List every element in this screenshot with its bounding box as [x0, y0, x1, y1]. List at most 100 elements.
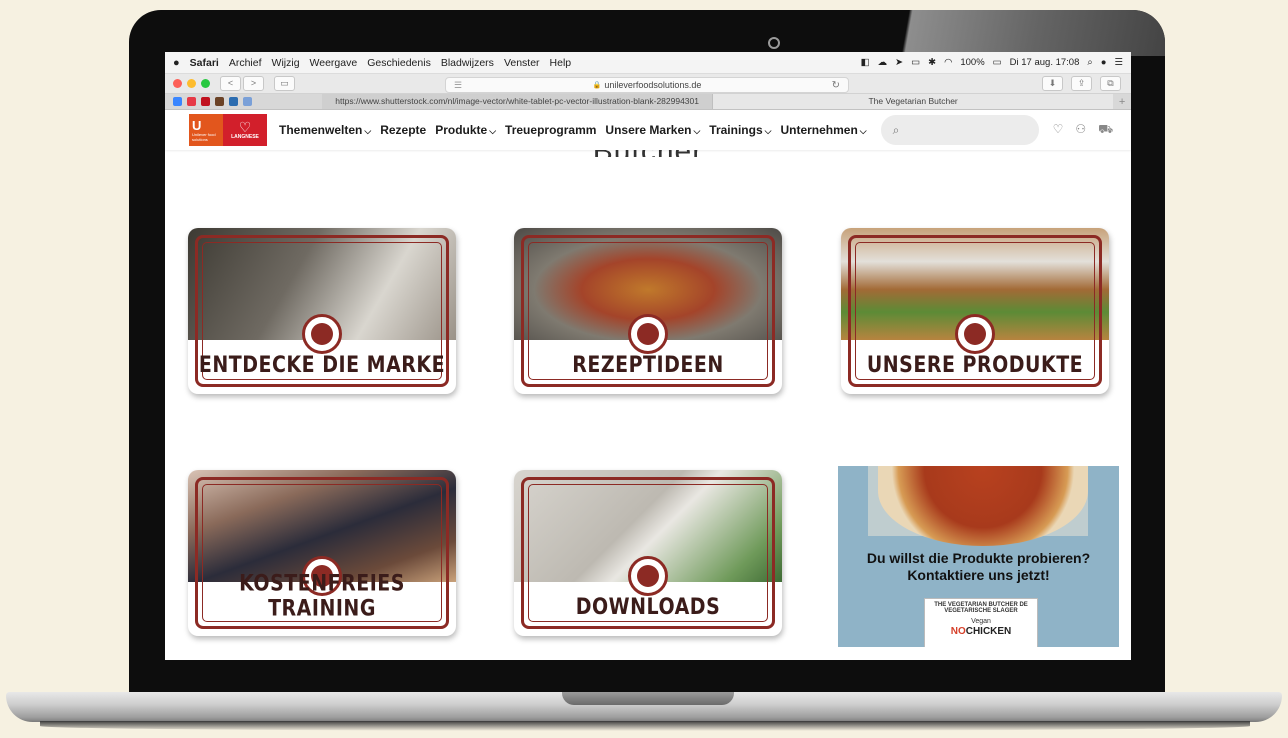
- nav-produkte-label: Produkte: [435, 123, 488, 137]
- apple-icon[interactable]: ●: [173, 57, 180, 69]
- airplay-icon[interactable]: ▭: [911, 57, 920, 68]
- lock-icon: 🔒: [592, 82, 602, 89]
- search-icon: ⌕: [892, 122, 900, 137]
- site-search[interactable]: ⌕: [880, 115, 1039, 145]
- menu-bladwijzers[interactable]: Bladwijzers: [441, 57, 494, 69]
- brand-medallion-icon: [302, 314, 342, 354]
- favorite-icon-5[interactable]: [229, 97, 238, 106]
- menubar-app-icon[interactable]: ◧: [861, 57, 870, 68]
- reader-menu-icon[interactable]: ☰: [454, 80, 462, 91]
- card-label: ENTDECKE DIE MARKE: [198, 352, 446, 378]
- favorite-icon-3[interactable]: [201, 97, 210, 106]
- siri-icon[interactable]: ●: [1101, 57, 1107, 68]
- menu-app-safari[interactable]: Safari: [190, 57, 219, 69]
- menubar-location-icon[interactable]: ➤: [895, 57, 903, 68]
- minimize-window-button[interactable]: [187, 79, 196, 88]
- chevron-down-icon: ⌵: [764, 126, 772, 136]
- brand-medallion-icon: [955, 314, 995, 354]
- card-rezeptideen[interactable]: REZEPTIDEEN: [514, 228, 782, 394]
- nav-themenwelten-label: Themenwelten: [279, 123, 363, 137]
- user-icon[interactable]: ⚇: [1075, 122, 1086, 138]
- menubar-clock[interactable]: Di 17 aug. 17:08: [1010, 57, 1080, 68]
- bluetooth-icon[interactable]: ✱: [928, 57, 936, 68]
- address-text: unileverfoodsolutions.de: [604, 80, 702, 90]
- contact-promo-banner[interactable]: Du willst die Produkte probieren? Kontak…: [838, 466, 1119, 647]
- package-brand: THE VEGETARIAN BUTCHER DE VEGETARISCHE S…: [934, 602, 1028, 614]
- downloads-button[interactable]: ⬇: [1042, 76, 1063, 91]
- share-button[interactable]: ⇪: [1071, 76, 1092, 91]
- package-no-text: NO: [950, 626, 966, 637]
- brand-medallion-icon: [628, 314, 668, 354]
- nav-unternehmen-label: Unternehmen: [780, 123, 858, 137]
- tab-vegetarian-butcher[interactable]: The Vegetarian Butcher: [713, 94, 1114, 109]
- menu-wijzig[interactable]: Wijzig: [272, 57, 300, 69]
- page-content: Butcher ENTDECKE DIE MARKE REZEPTIDEEN U…: [165, 135, 1131, 660]
- forward-button[interactable]: >: [243, 76, 264, 91]
- chevron-down-icon: ⌵: [489, 126, 497, 136]
- langnese-logo[interactable]: ♡ LANGNESE: [223, 114, 267, 146]
- main-nav: Themenwelten ⌵ Rezepte Produkte ⌵ Treuepro…: [279, 123, 867, 137]
- menu-geschiedenis[interactable]: Geschiedenis: [367, 57, 431, 69]
- menu-weergave[interactable]: Weergave: [310, 57, 358, 69]
- promo-headline-line-2: Kontaktiere uns jetzt!: [907, 567, 1050, 583]
- favorite-icon-6[interactable]: [243, 97, 252, 106]
- nav-unsere-marken[interactable]: Unsere Marken ⌵: [605, 123, 700, 137]
- notification-center-icon[interactable]: ☰: [1114, 57, 1123, 68]
- menu-archief[interactable]: Archief: [229, 57, 262, 69]
- ufs-logo-letter: U: [192, 117, 202, 133]
- header-actions: ♡ ⚇ ⛟: [1053, 122, 1114, 138]
- tabs-overview-button[interactable]: ⧉: [1100, 76, 1121, 91]
- nav-produkte[interactable]: Produkte ⌵: [435, 123, 496, 137]
- address-bar[interactable]: ☰ 🔒 unileverfoodsolutions.de ↻: [445, 77, 849, 93]
- reload-button[interactable]: ↻: [832, 80, 840, 91]
- favorite-icon-4[interactable]: [215, 97, 224, 106]
- wifi-icon[interactable]: ◠: [944, 57, 952, 68]
- favorite-icon-2[interactable]: [187, 97, 196, 106]
- nav-trainings-label: Trainings: [709, 123, 763, 137]
- card-label: KOSTENFREIES TRAINING: [239, 570, 405, 622]
- card-kostenfreies-training[interactable]: KOSTENFREIES TRAINING: [188, 470, 456, 636]
- nav-trainings[interactable]: Trainings ⌵: [709, 123, 771, 137]
- promo-headline-line-1: Du willst die Produkte probieren?: [866, 550, 1091, 566]
- new-tab-button[interactable]: +: [1113, 96, 1131, 108]
- nav-treueprogramm[interactable]: Treueprogramm: [505, 123, 596, 137]
- card-label: DOWNLOADS: [575, 594, 721, 620]
- chevron-down-icon: ⌵: [859, 126, 867, 136]
- chevron-down-icon: ⌵: [364, 126, 372, 136]
- heart-logo-icon: ♡: [238, 119, 252, 135]
- product-package-image: THE VEGETARIAN BUTCHER DE VEGETARISCHE S…: [924, 598, 1038, 647]
- promo-headline: Du willst die Produkte probieren? Kontak…: [838, 550, 1119, 584]
- sidebar-toggle-button[interactable]: ▭: [274, 76, 295, 91]
- battery-icon[interactable]: ▭: [993, 57, 1002, 68]
- tab-shutterstock[interactable]: https://www.shutterstock.com/nl/image-ve…: [322, 94, 714, 109]
- unilever-food-solutions-logo[interactable]: U Unilever food solutions: [189, 114, 223, 146]
- webcam: [768, 37, 780, 49]
- card-unsere-produkte[interactable]: UNSERE PRODUKTE: [841, 228, 1109, 394]
- site-header: U Unilever food solutions ♡ LANGNESE The…: [165, 110, 1131, 150]
- nav-themenwelten[interactable]: Themenwelten ⌵: [279, 123, 371, 137]
- search-input[interactable]: [905, 123, 1030, 137]
- close-window-button[interactable]: [173, 79, 182, 88]
- zoom-window-button[interactable]: [201, 79, 210, 88]
- card-label: REZEPTIDEEN: [572, 352, 724, 378]
- menu-help[interactable]: Help: [550, 57, 572, 69]
- package-chicken-text: CHICKEN: [965, 626, 1012, 637]
- nav-rezepte[interactable]: Rezepte: [380, 123, 426, 137]
- heart-icon[interactable]: ♡: [1053, 122, 1064, 138]
- spotlight-search-icon[interactable]: ⌕: [1087, 57, 1092, 68]
- back-button[interactable]: <: [220, 76, 241, 91]
- menu-venster[interactable]: Venster: [504, 57, 540, 69]
- nav-unternehmen[interactable]: Unternehmen ⌵: [780, 123, 866, 137]
- menubar-cloud-icon[interactable]: ☁: [878, 57, 888, 68]
- nav-rezepte-label: Rezepte: [380, 123, 427, 137]
- nav-treueprogramm-label: Treueprogramm: [505, 123, 597, 137]
- nav-unsere-marken-label: Unsere Marken: [605, 123, 692, 137]
- package-vegan-label: Vegan: [971, 618, 991, 625]
- favorite-icon-1[interactable]: [173, 97, 182, 106]
- cart-icon[interactable]: ⛟: [1098, 122, 1113, 138]
- card-downloads[interactable]: DOWNLOADS: [514, 470, 782, 636]
- card-entdecke-die-marke[interactable]: ENTDECKE DIE MARKE: [188, 228, 456, 394]
- langnese-logo-text: LANGNESE: [231, 134, 259, 140]
- window-controls: [173, 79, 210, 88]
- globe-medallion-icon: [628, 556, 668, 596]
